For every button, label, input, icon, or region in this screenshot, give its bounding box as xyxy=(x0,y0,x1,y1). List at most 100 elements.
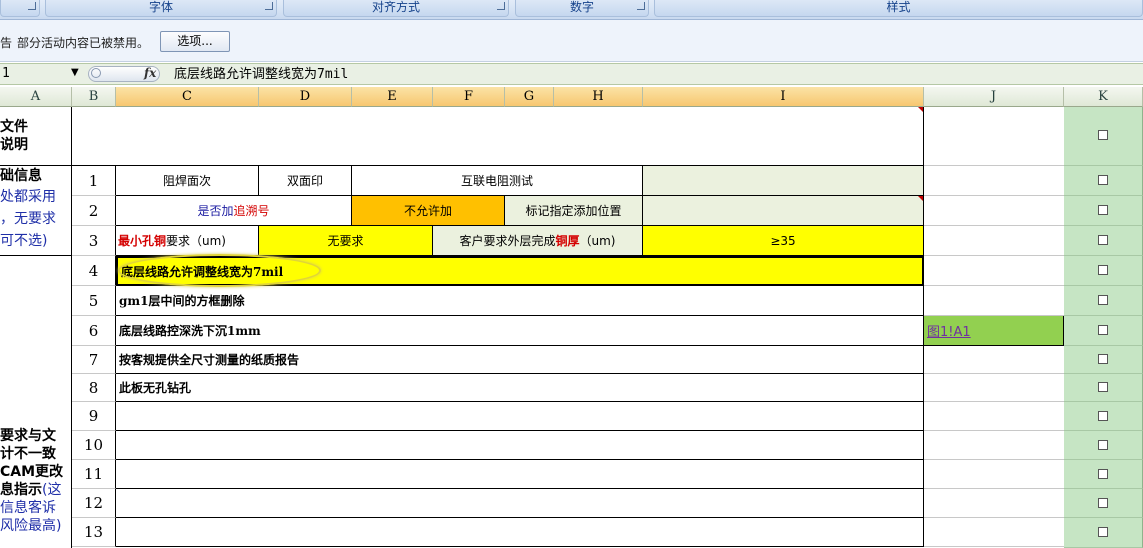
cell-j[interactable] xyxy=(924,346,1064,374)
checkbox[interactable] xyxy=(1098,411,1108,421)
cell-solder-mask-side-label[interactable]: 阻焊面次 xyxy=(116,166,259,196)
cell-mark-position-label[interactable]: 标记指定添加位置 xyxy=(505,196,643,226)
checkbox[interactable] xyxy=(1098,325,1108,335)
cell-j[interactable] xyxy=(924,431,1064,460)
cell-requirement[interactable]: gm1层中间的方框删除 xyxy=(116,286,924,316)
cell-requirement-empty[interactable] xyxy=(116,489,924,518)
basic-info-label: 础信息 xyxy=(0,168,42,184)
checkbox-cell xyxy=(1064,518,1143,548)
cell-j[interactable] xyxy=(924,518,1064,547)
cell-j[interactable] xyxy=(924,489,1064,518)
name-box-dropdown-icon[interactable]: ▼ xyxy=(71,67,79,78)
row-number: 12 xyxy=(72,489,116,518)
checkbox[interactable] xyxy=(1098,354,1108,364)
basic-info-note: ，无要求 xyxy=(0,211,56,227)
checkbox[interactable] xyxy=(1098,265,1108,275)
cell-min-hole-copper-label[interactable]: 最小孔铜 要求（um) xyxy=(116,226,259,256)
column-header-d[interactable]: D xyxy=(259,87,352,107)
cell-trace-number-label[interactable]: 是否加 追溯号 xyxy=(116,196,352,226)
formula-input[interactable]: 底层线路允许调整线宽为7mil xyxy=(174,66,348,84)
checkbox[interactable] xyxy=(1098,205,1108,215)
cell-j[interactable] xyxy=(924,196,1064,226)
dialog-launcher-icon[interactable] xyxy=(265,2,273,10)
dialog-launcher-icon[interactable] xyxy=(497,2,505,10)
cell-requirement-empty[interactable] xyxy=(116,460,924,489)
checkbox[interactable] xyxy=(1098,382,1108,392)
row-number: 5 xyxy=(72,286,116,316)
row-number: 6 xyxy=(72,316,116,346)
checkbox[interactable] xyxy=(1098,440,1108,450)
checkbox-cell xyxy=(1064,460,1143,489)
row-number: 8 xyxy=(72,374,116,402)
cell-mark-position-value[interactable] xyxy=(643,196,924,226)
checkbox[interactable] xyxy=(1098,527,1108,537)
ribbon-group-number: 数字 xyxy=(515,0,649,17)
cell-requirement-empty[interactable] xyxy=(116,431,924,460)
checkbox[interactable] xyxy=(1098,175,1108,185)
column-header-a[interactable]: A xyxy=(0,87,72,107)
cell-j[interactable] xyxy=(924,374,1064,402)
ribbon-group-left xyxy=(0,0,40,17)
column-header-j[interactable]: J xyxy=(924,87,1064,107)
file-notes-merged-cell[interactable] xyxy=(72,107,924,166)
checkbox[interactable] xyxy=(1098,295,1108,305)
checkbox[interactable] xyxy=(1098,498,1108,508)
file-notes-label: 说明 xyxy=(0,137,28,153)
checkbox-cell xyxy=(1064,286,1143,316)
cell-min-hole-copper-value[interactable]: 无要求 xyxy=(259,226,433,256)
column-header-h[interactable]: H xyxy=(554,87,643,107)
column-header-c[interactable]: C xyxy=(116,87,259,107)
cell-requirement-empty[interactable] xyxy=(116,402,924,431)
requirement-label: 计不一致 xyxy=(0,446,56,462)
requirement-note: 风险最高) xyxy=(0,518,62,534)
figure-link[interactable]: 图1!A1 xyxy=(927,321,971,340)
cell-j[interactable] xyxy=(924,256,1064,286)
cell-j[interactable] xyxy=(924,286,1064,316)
cell-j[interactable] xyxy=(924,166,1064,196)
column-header-f[interactable]: F xyxy=(433,87,505,107)
checkbox[interactable] xyxy=(1098,235,1108,245)
row-number: 1 xyxy=(72,166,116,196)
options-button[interactable]: 选项... xyxy=(160,31,230,52)
cell-interconnect-resistance-value[interactable] xyxy=(643,166,924,196)
checkbox-cell xyxy=(1064,107,1143,166)
checkbox-cell xyxy=(1064,402,1143,431)
cell-requirement[interactable]: 底层线路控深洗下沉1mm xyxy=(116,316,924,346)
cell-j[interactable] xyxy=(924,226,1064,256)
row-number: 10 xyxy=(72,431,116,460)
cell-trace-number-value[interactable]: 不允许加 xyxy=(352,196,505,226)
column-header-k[interactable]: K xyxy=(1064,87,1143,107)
ribbon-group-font: 字体 xyxy=(45,0,277,17)
cell-outer-copper-thickness-value[interactable]: ≥35 xyxy=(643,226,924,256)
column-header-e[interactable]: E xyxy=(352,87,433,107)
row-number: 11 xyxy=(72,460,116,489)
cell-j[interactable] xyxy=(924,460,1064,489)
ribbon-group-bar: 字体 对齐方式 数字 样式 xyxy=(0,0,1143,20)
cell-j[interactable] xyxy=(924,402,1064,431)
cell-j-top[interactable] xyxy=(924,107,1064,166)
column-header-b[interactable]: B xyxy=(72,87,116,107)
checkbox-cell xyxy=(1064,489,1143,518)
cell-requirement[interactable]: 此板无孔钻孔 xyxy=(116,374,924,402)
checkbox-cell xyxy=(1064,316,1143,346)
insert-function-icon[interactable]: fx xyxy=(144,66,156,80)
dialog-launcher-icon[interactable] xyxy=(28,2,36,10)
checkbox[interactable] xyxy=(1098,469,1108,479)
cell-requirement-empty[interactable] xyxy=(116,518,924,547)
cell-hyperlink[interactable]: 图1!A1 xyxy=(924,316,1064,346)
cell-solder-mask-side-value[interactable]: 双面印 xyxy=(259,166,352,196)
cell-requirement[interactable]: 按客规提供全尺寸测量的纸质报告 xyxy=(116,346,924,374)
security-warning-label: 告 xyxy=(0,36,13,50)
row-number: 3 xyxy=(72,226,116,256)
cell-interconnect-resistance-test[interactable]: 互联电阻测试 xyxy=(352,166,643,196)
column-header-g[interactable]: G xyxy=(505,87,554,107)
cell-outer-copper-thickness-label[interactable]: 客户要求外层完成 铜厚 （um) xyxy=(433,226,643,256)
expand-formula-icon[interactable] xyxy=(91,68,101,78)
security-message: 部分活动内容已被禁用。 xyxy=(17,36,150,50)
checkbox[interactable] xyxy=(1098,130,1108,140)
requirement-label: 息指示(这 xyxy=(0,482,62,498)
dialog-launcher-icon[interactable] xyxy=(637,2,645,10)
checkbox-cell xyxy=(1064,196,1143,226)
formula-bar xyxy=(0,63,1143,85)
column-header-i[interactable]: I xyxy=(643,87,924,107)
